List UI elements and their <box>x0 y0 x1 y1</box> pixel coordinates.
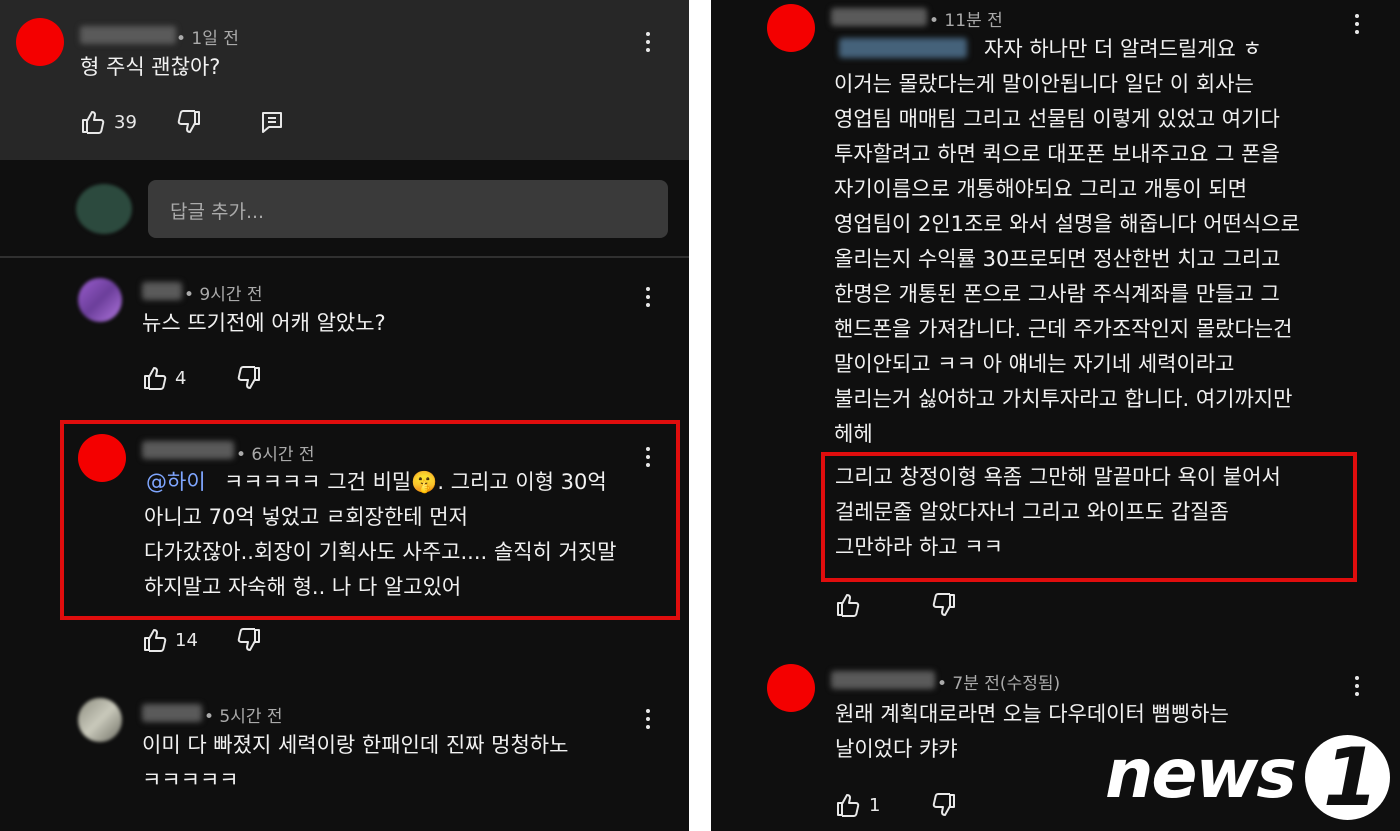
comment-time: • 9시간 전 <box>184 285 263 305</box>
dislike-icon[interactable] <box>931 592 957 618</box>
more-options-icon[interactable] <box>645 32 651 56</box>
like-icon[interactable] <box>142 365 168 391</box>
dislike-icon[interactable] <box>236 365 262 391</box>
avatar[interactable] <box>767 664 815 712</box>
logo-number-badge: 1 <box>1305 731 1390 824</box>
dislike-icon[interactable] <box>931 792 957 818</box>
comment-time: • 11분 전 <box>929 11 1003 31</box>
like-count: 14 <box>175 630 198 651</box>
comment-time: • 7분 전(수정됨) <box>937 674 1061 694</box>
more-options-icon[interactable] <box>645 287 651 311</box>
comment-text: 이미 다 빠졌지 세력이랑 한패인데 진짜 멍청하노 ㅋㅋㅋㅋㅋ <box>142 733 569 792</box>
comment-text: ㅋㅋㅋㅋㅋ 그건 비밀🤫. 그리고 이형 30억 아니고 70억 넣었고 ㄹ회장… <box>144 470 617 599</box>
like-count: 1 <box>869 795 881 816</box>
like-count: 4 <box>175 368 187 389</box>
dislike-icon[interactable] <box>236 627 262 653</box>
reply-input-placeholder: 답글 추가... <box>170 201 265 223</box>
avatar[interactable] <box>78 434 126 482</box>
like-icon[interactable] <box>142 627 168 653</box>
user-avatar <box>76 184 132 234</box>
reply-input[interactable]: 답글 추가... <box>148 180 668 238</box>
news1-logo: news 1 <box>1105 731 1395 825</box>
logo-wordmark: news <box>1105 735 1297 814</box>
comment-text: 형 주식 괜찮아? <box>80 55 221 79</box>
avatar[interactable] <box>78 698 122 742</box>
divider <box>0 256 689 258</box>
avatar[interactable] <box>16 18 64 66</box>
blurred-username[interactable] <box>142 704 202 722</box>
comment-time: • 1일 전 <box>176 29 239 49</box>
like-icon[interactable] <box>835 792 861 818</box>
blurred-username[interactable] <box>831 8 927 26</box>
comment-text: 뉴스 뜨기전에 어캐 알았노? <box>142 311 386 335</box>
comment-text: 자자 하나만 더 알려드릴게요 ㅎ 이거는 몰랐다는게 말이안됩니다 일단 이 … <box>834 37 1300 446</box>
more-options-icon[interactable] <box>1354 14 1360 38</box>
logo-number: 1 <box>1323 731 1379 824</box>
image-separator <box>689 0 711 831</box>
more-options-icon[interactable] <box>645 709 651 733</box>
avatar[interactable] <box>78 278 122 322</box>
blurred-username[interactable] <box>80 26 176 44</box>
like-count: 39 <box>114 112 137 133</box>
avatar[interactable] <box>767 4 815 52</box>
blurred-username[interactable] <box>831 671 935 689</box>
reply-icon[interactable] <box>259 109 285 135</box>
more-options-icon[interactable] <box>1354 676 1360 700</box>
left-comment-panel: • 1일 전 형 주식 괜찮아? 39 답글 추가... • 9시간 전 뉴스 … <box>0 0 689 831</box>
like-icon[interactable] <box>80 109 106 135</box>
more-options-icon[interactable] <box>645 447 651 471</box>
dislike-icon[interactable] <box>176 109 202 135</box>
right-comment-panel: • 11분 전 자자 하나만 더 알려드릴게요 ㅎ 이거는 몰랐다는게 말이안됩… <box>711 0 1400 831</box>
blurred-username[interactable] <box>142 282 182 300</box>
like-icon[interactable] <box>835 592 861 618</box>
comment-time: • 5시간 전 <box>204 707 283 727</box>
blurred-username[interactable] <box>142 441 234 459</box>
comment-time: • 6시간 전 <box>236 445 315 465</box>
highlighted-comment-text: 그리고 창정이형 욕좀 그만해 말끝마다 욕이 붙어서 걸레문줄 알았다자너 그… <box>835 465 1281 559</box>
